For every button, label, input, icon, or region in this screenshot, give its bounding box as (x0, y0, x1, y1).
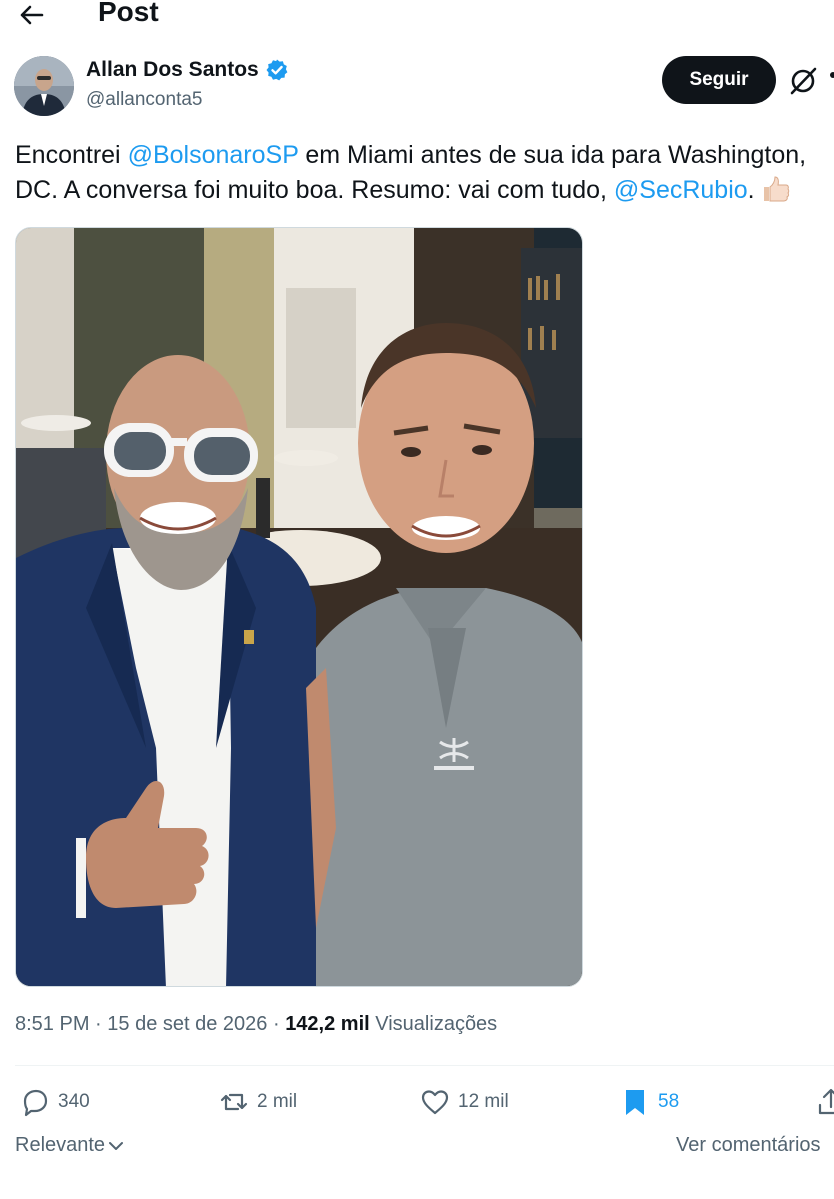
see-comments-link[interactable]: Ver comentários (676, 1134, 821, 1157)
tweet-text-part: Encontrei (15, 141, 128, 169)
views-count: 142,2 mil (285, 1013, 370, 1035)
tweet-text-part: DC. A conversa foi muito boa. Resumo: va… (15, 176, 614, 204)
follow-button[interactable]: Seguir (662, 56, 776, 104)
mention-link[interactable]: @SecRubio (614, 176, 748, 204)
display-name[interactable]: Allan Dos Santos (86, 58, 259, 82)
bookmark-count: 58 (658, 1091, 680, 1112)
name-row: Allan Dos Santos (86, 58, 289, 82)
repost-icon (220, 1093, 248, 1111)
tweet-line-1: Encontrei @BolsonaroSP em Miami antes de… (15, 138, 834, 173)
meta-separator: · (267, 1013, 286, 1035)
avatar-image (14, 56, 74, 116)
author-row: Allan Dos Santos @allanconta5 Seguir (14, 56, 834, 118)
chevron-down-icon (109, 1141, 124, 1150)
like-icon (421, 1090, 449, 1115)
repost-button[interactable]: 2 mil (219, 1082, 297, 1122)
meta-separator: · (89, 1013, 108, 1035)
reply-count: 340 (58, 1091, 90, 1112)
views-label: Visualizações (369, 1013, 498, 1035)
bookmark-icon (626, 1090, 644, 1115)
post-metadata: 8:51 PM · 15 de set de 2026 · 142,2 mil … (15, 1013, 497, 1036)
like-count: 12 mil (458, 1091, 509, 1112)
avatar[interactable] (14, 56, 74, 116)
reply-icon (23, 1089, 48, 1117)
back-arrow-icon (20, 5, 44, 25)
mention-link[interactable]: @BolsonaroSP (128, 141, 299, 169)
more-options-icon[interactable] (830, 72, 834, 78)
tweet-line-2: DC. A conversa foi muito boa. Resumo: va… (15, 173, 834, 208)
like-button[interactable]: 12 mil (420, 1082, 509, 1122)
thumbs-up-emoji-icon (763, 176, 789, 202)
verified-badge-icon (266, 59, 288, 81)
back-button[interactable] (14, 0, 48, 30)
top-bar: Post (0, 0, 834, 36)
user-handle[interactable]: @allanconta5 (86, 89, 202, 111)
post-date[interactable]: 15 de set de 2026 (107, 1013, 267, 1035)
photo-image (16, 228, 582, 986)
bookmark-button[interactable]: 58 (620, 1082, 679, 1122)
sort-label: Relevante (15, 1134, 106, 1156)
tweet-text-part: . (747, 176, 755, 204)
grok-icon[interactable] (788, 66, 818, 96)
tweet-text-part: em Miami antes de sua ida para Washingto… (298, 141, 807, 169)
repost-count: 2 mil (257, 1091, 298, 1112)
replies-sort-dropdown[interactable]: Relevante (15, 1134, 125, 1157)
post-time[interactable]: 8:51 PM (15, 1013, 89, 1035)
tweet-text: Encontrei @BolsonaroSP em Miami antes de… (15, 138, 834, 208)
page-title: Post (98, 0, 159, 27)
action-bar: 340 2 mil 12 mil 58 (0, 1082, 834, 1126)
share-button[interactable] (816, 1082, 834, 1122)
reply-button[interactable]: 340 (20, 1082, 90, 1122)
divider (15, 1065, 834, 1066)
post-photo[interactable] (15, 227, 583, 987)
share-icon (818, 1088, 834, 1115)
